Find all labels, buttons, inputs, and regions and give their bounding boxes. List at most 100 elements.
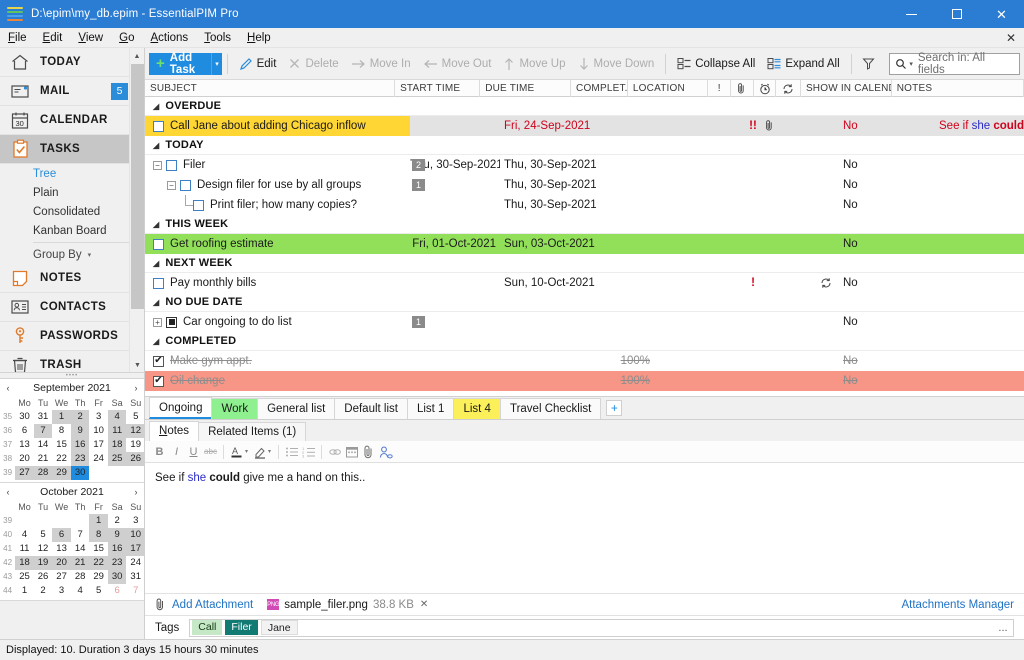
column-header-location[interactable]: LOCATION (628, 80, 708, 97)
calendar-day[interactable]: 21 (71, 556, 90, 570)
add-task-dropdown[interactable]: ▾ (211, 53, 222, 75)
remove-attachment-button[interactable]: ✕ (420, 599, 428, 610)
table-row[interactable]: Make gym appt.100%No (145, 351, 1024, 371)
font-color-caret[interactable]: ▾ (245, 448, 248, 455)
task-subject-cell[interactable]: Call Jane about adding Chicago inflow (145, 116, 410, 136)
sidebar-item-notes[interactable]: NOTES (0, 264, 144, 293)
calendar-day[interactable]: 27 (52, 570, 71, 584)
tags-field[interactable]: CallFilerJane ... (189, 619, 1014, 637)
attachments-manager-link[interactable]: Attachments Manager (901, 599, 1014, 611)
calendar-day[interactable] (71, 514, 90, 528)
calendar-day[interactable]: 7 (71, 528, 90, 542)
highlighter-icon[interactable] (251, 443, 268, 461)
mini-calendar-0[interactable]: ‹September 2021›MoTuWeThFrSaSu3530311234… (0, 379, 144, 483)
sidebar-subitem-plain[interactable]: Plain (0, 183, 144, 202)
close-button[interactable]: ✕ (979, 0, 1024, 28)
list-tab-ongoing[interactable]: Ongoing (149, 397, 212, 419)
task-checkbox[interactable] (166, 160, 177, 171)
calendar-day[interactable]: 29 (89, 570, 108, 584)
task-group-header[interactable]: ◢THIS WEEK (145, 215, 1024, 234)
calendar-day[interactable]: 2 (108, 514, 127, 528)
calendar-day[interactable]: 7 (126, 584, 145, 598)
filter-button[interactable] (856, 52, 885, 76)
calendar-day[interactable]: 5 (89, 584, 108, 598)
sidebar-item-trash[interactable]: TRASH (0, 351, 144, 373)
calendar-next-button[interactable]: › (128, 383, 144, 393)
link-contact-icon[interactable] (377, 443, 394, 461)
column-header-recur[interactable] (776, 80, 801, 97)
table-row[interactable]: Oil change100%No (145, 371, 1024, 391)
column-header-calendar[interactable]: SHOW IN CALEND... (801, 80, 892, 97)
task-checkbox[interactable] (153, 239, 164, 250)
insert-link-icon[interactable] (326, 443, 343, 461)
calendar-day[interactable]: 17 (89, 438, 108, 452)
menu-edit[interactable]: Edit (35, 28, 71, 48)
calendar-day[interactable]: 8 (89, 528, 108, 542)
menu-actions[interactable]: Actions (142, 28, 196, 48)
calendar-day[interactable]: 22 (52, 452, 71, 466)
calendar-day[interactable]: 28 (34, 466, 53, 480)
calendar-day[interactable]: 4 (71, 584, 90, 598)
list-tab-default-list[interactable]: Default list (334, 398, 408, 419)
strikethrough-icon[interactable]: abc (202, 443, 219, 461)
task-group-header[interactable]: ◢TODAY (145, 136, 1024, 155)
mini-calendar-1[interactable]: ‹October 2021›MoTuWeThFrSaSu391234045678… (0, 483, 144, 601)
calendar-day[interactable]: 14 (71, 542, 90, 556)
table-row[interactable]: −Design filer for use by all groups1Thu,… (145, 175, 1024, 195)
add-list-button[interactable]: + (606, 400, 622, 416)
add-attachment-button[interactable]: Add Attachment (172, 599, 253, 611)
calendar-day[interactable]: 13 (15, 438, 34, 452)
tag-call[interactable]: Call (192, 620, 222, 635)
calendar-day[interactable]: 1 (52, 410, 71, 424)
sidebar-item-today[interactable]: TODAY (0, 48, 144, 77)
calendar-day[interactable]: 6 (52, 528, 71, 542)
calendar-prev-button[interactable]: ‹ (0, 487, 16, 497)
calendar-next-button[interactable]: › (128, 487, 144, 497)
calendar-day[interactable]: 25 (108, 452, 127, 466)
calendar-day[interactable]: 16 (71, 438, 90, 452)
note-content[interactable]: See if she could give me a hand on this.… (145, 463, 1024, 593)
calendar-day[interactable]: 30 (71, 466, 90, 480)
task-subject-cell[interactable]: Get roofing estimate (145, 234, 410, 254)
tags-more-button[interactable]: ... (995, 622, 1011, 634)
sidebar-item-mail[interactable]: MAIL5 (0, 77, 144, 106)
calendar-day[interactable] (89, 466, 108, 480)
list-tab-list-4[interactable]: List 4 (453, 398, 501, 419)
font-color-icon[interactable]: A (228, 443, 245, 461)
column-header-attach[interactable] (731, 80, 754, 97)
calendar-day[interactable]: 17 (126, 542, 145, 556)
calendar-day[interactable]: 11 (15, 542, 34, 556)
column-header-subject[interactable]: SUBJECT (145, 80, 395, 97)
calendar-day[interactable]: 19 (126, 438, 145, 452)
menu-view[interactable]: View (70, 28, 111, 48)
menu-help[interactable]: Help (239, 28, 279, 48)
task-subject-cell[interactable]: Make gym appt. (145, 351, 410, 371)
tag-filer[interactable]: Filer (225, 620, 257, 635)
sidebar-item-contacts[interactable]: CONTACTS (0, 293, 144, 322)
detail-tab-related[interactable]: Related Items (1) (198, 422, 306, 441)
task-subject-cell[interactable]: Oil change (145, 371, 410, 391)
calendar-day[interactable]: 16 (108, 542, 127, 556)
calendar-day[interactable]: 7 (34, 424, 53, 438)
table-row[interactable]: +Car ongoing to do list1No (145, 312, 1024, 332)
calendar-day[interactable] (34, 514, 53, 528)
calendar-day[interactable]: 18 (15, 556, 34, 570)
calendar-day[interactable]: 23 (108, 556, 127, 570)
calendar-day[interactable] (52, 514, 71, 528)
calendar-day[interactable]: 20 (15, 452, 34, 466)
calendar-day[interactable]: 6 (15, 424, 34, 438)
list-tab-general-list[interactable]: General list (257, 398, 335, 419)
add-task-button[interactable]: + Add Task (149, 53, 211, 75)
column-header-start[interactable]: START TIME (395, 80, 480, 97)
calendar-day[interactable] (108, 466, 127, 480)
calendar-day[interactable]: 19 (34, 556, 53, 570)
calendar-day[interactable]: 4 (15, 528, 34, 542)
task-subject-cell[interactable]: Pay monthly bills (145, 273, 410, 293)
task-subject-cell[interactable]: −Design filer for use by all groups (145, 175, 410, 195)
calendar-day[interactable]: 30 (108, 570, 127, 584)
search-input[interactable]: Search in: All fields (918, 52, 1014, 76)
toolbar-edit-button[interactable]: Edit (233, 52, 283, 76)
list-tab-list-1[interactable]: List 1 (407, 398, 455, 419)
toolbar-expand-all-button[interactable]: Expand All (761, 52, 845, 76)
calendar-day[interactable]: 27 (15, 466, 34, 480)
